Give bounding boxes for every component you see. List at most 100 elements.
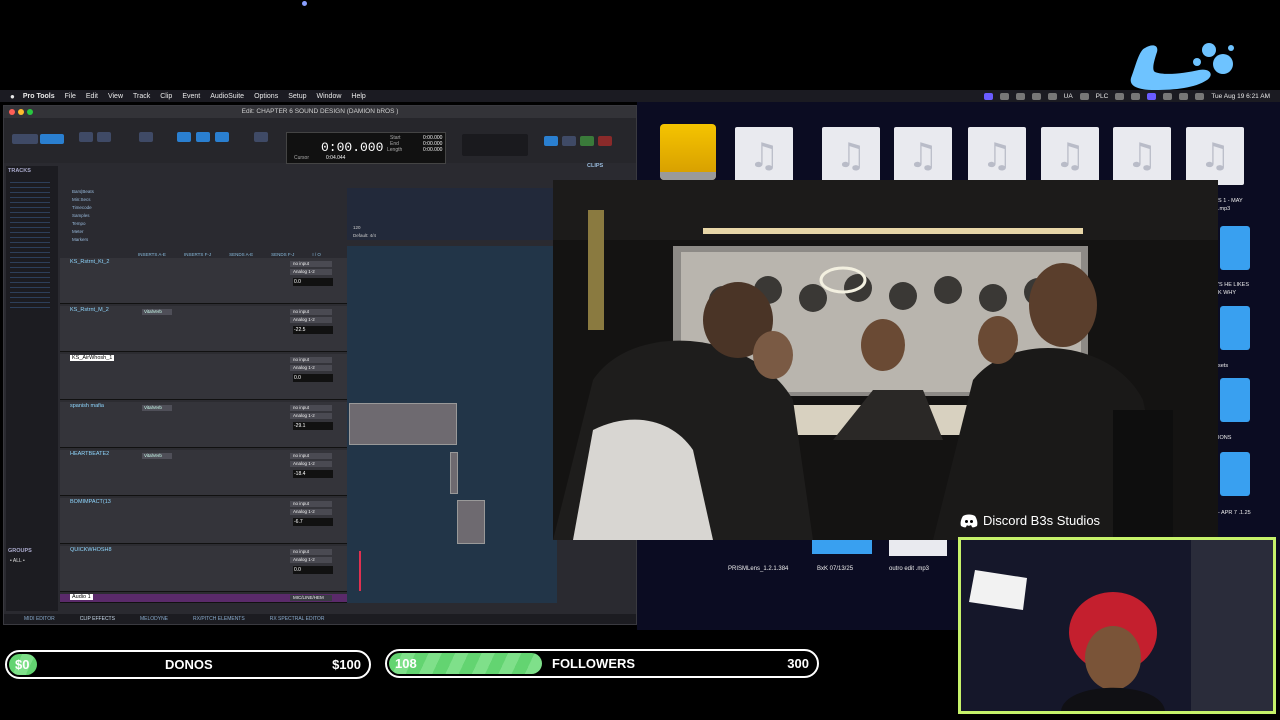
track-row[interactable]: BOMIMPACT(13 no input Analog 1-2 -6.7	[60, 498, 347, 544]
record-button[interactable]	[598, 136, 612, 146]
ruler-bars-beats[interactable]: Bars|Beats	[72, 188, 347, 196]
tab-rx-spectral[interactable]: RX SPECTRAL EDITOR	[270, 616, 325, 622]
menu-clip[interactable]: Clip	[160, 93, 172, 100]
track-input[interactable]: no input	[290, 501, 332, 507]
loop-button[interactable]	[544, 136, 558, 146]
ruler-timecode[interactable]: Timecode	[72, 204, 347, 212]
desktop-file-label[interactable]: IONS	[1218, 435, 1231, 442]
window-title[interactable]: Edit: CHAPTER 6 SOUND DESIGN (DAMION bRO…	[4, 106, 636, 118]
track-name[interactable]: KS_Rstrnt_Kt_2	[70, 259, 109, 265]
track-volume[interactable]: -22.5	[293, 326, 333, 334]
desktop-file-label[interactable]: S 1 - MAY	[1218, 198, 1243, 205]
hard-drive-icon[interactable]	[660, 124, 716, 180]
track-row[interactable]: spanish mafia VitalVerb no input Analog …	[60, 402, 347, 448]
audio-clip[interactable]	[450, 452, 458, 494]
audio-file-icon[interactable]: ♫	[735, 127, 793, 185]
track-output[interactable]: Analog 1-2	[290, 461, 332, 467]
menu-help[interactable]: Help	[351, 93, 365, 100]
menubar-clock[interactable]: Tue Aug 19 6:21 AM	[1211, 93, 1270, 100]
track-insert[interactable]: VitalVerb	[142, 405, 172, 411]
video-player[interactable]	[553, 180, 1218, 540]
refresh-tray-icon[interactable]	[1131, 92, 1141, 100]
track-input[interactable]: MIC/LINE/HEM	[290, 595, 332, 601]
track-row[interactable]: QUICKWHOSH8 no input Analog 1-2 0.0	[60, 546, 347, 592]
track-input[interactable]: no input	[290, 261, 332, 267]
diamond-tray-icon[interactable]	[1031, 92, 1041, 100]
audio-file-icon[interactable]: ♫	[1186, 127, 1244, 185]
search-icon[interactable]	[1179, 92, 1189, 100]
menu-view[interactable]: View	[108, 93, 123, 100]
tab-midi-editor[interactable]: MIDI EDITOR	[24, 616, 55, 622]
playhead-marker[interactable]	[359, 551, 361, 591]
trim-tool-icon[interactable]	[97, 132, 111, 142]
menu-edit[interactable]: Edit	[86, 93, 98, 100]
tab-rx-pitch[interactable]: RX/PITCH ELEMENTS	[193, 616, 245, 622]
tempo-value[interactable]: 120	[353, 225, 361, 230]
stop-button[interactable]	[562, 136, 576, 146]
track-input[interactable]: no input	[290, 453, 332, 459]
menu-options[interactable]: Options	[254, 93, 278, 100]
discord-tray-icon[interactable]	[999, 92, 1009, 100]
menu-event[interactable]: Event	[182, 93, 200, 100]
track-insert[interactable]: VitalVerb	[142, 453, 172, 459]
pencil-tool-icon[interactable]	[254, 132, 268, 142]
grid-mode-button[interactable]	[40, 134, 64, 144]
track-row[interactable]: KS_Rstrnt_Kt_2 no input Analog 1-2 0.0	[60, 258, 347, 304]
menu-audiosuite[interactable]: AudioSuite	[210, 93, 244, 100]
track-row[interactable]: HEARTBEATE2 VitalVerb no input Analog 1-…	[60, 450, 347, 496]
track-output[interactable]: Analog 1-2	[290, 269, 332, 275]
wifi-icon[interactable]	[1163, 92, 1173, 100]
grabber-tool-icon[interactable]	[196, 132, 210, 142]
track-name[interactable]: BOMIMPACT(13	[70, 499, 111, 505]
track-name[interactable]: spanish mafia	[70, 403, 104, 409]
close-window-button[interactable]	[9, 109, 15, 115]
screen-record-icon[interactable]	[983, 92, 993, 100]
edit-timeline[interactable]	[347, 246, 557, 603]
menu-file[interactable]: File	[65, 93, 76, 100]
track-input[interactable]: no input	[290, 549, 332, 555]
track-name[interactable]: KS_AirWhosh_1	[70, 355, 115, 361]
menu-window[interactable]: Window	[317, 93, 342, 100]
plc-status[interactable]: PLC	[1096, 93, 1109, 100]
audio-file-icon[interactable]: ♫	[822, 127, 880, 185]
ruler-samples[interactable]: Samples	[72, 212, 347, 220]
track-name[interactable]: Audio 1	[70, 594, 93, 600]
track-output[interactable]: Analog 1-2	[290, 413, 332, 419]
track-input[interactable]: no input	[290, 405, 332, 411]
track-row[interactable]: KS_AirWhosh_1 no input Analog 1-2 0.0	[60, 354, 347, 400]
ruler-meter[interactable]: Meter	[72, 228, 347, 236]
track-row[interactable]: KS_Rstrnt_M_2 VitalVerb no input Analog …	[60, 306, 347, 352]
selector-tool-icon[interactable]	[139, 132, 153, 142]
track-name[interactable]: KS_Rstrnt_M_2	[70, 307, 109, 313]
track-insert[interactable]: VitalVerb	[142, 309, 172, 315]
audio-clip[interactable]	[457, 500, 485, 544]
tab-clip-effects[interactable]: CLIP EFFECTS	[80, 616, 115, 622]
zoom-window-button[interactable]	[27, 109, 33, 115]
apple-icon[interactable]: ●	[10, 92, 15, 101]
track-list[interactable]	[10, 178, 50, 308]
folder-icon[interactable]	[1220, 226, 1250, 270]
timeline-ruler[interactable]: 120 Default: 4/4	[347, 188, 557, 240]
track-output[interactable]: Analog 1-2	[290, 365, 332, 371]
group-all[interactable]: • ALL •	[10, 558, 25, 564]
track-row[interactable]: Audio 1 MIC/LINE/HEM	[60, 594, 347, 603]
desktop-file-label[interactable]: .mp3	[1218, 206, 1230, 213]
play-button[interactable]	[580, 136, 594, 146]
track-name[interactable]: QUICKWHOSH8	[70, 547, 112, 553]
zoom-tool-icon[interactable]	[79, 132, 93, 142]
desktop-file-label[interactable]: outro edit .mp3	[889, 566, 929, 572]
smart-tool-icon[interactable]	[177, 132, 191, 142]
track-volume[interactable]: -6.7	[293, 518, 333, 526]
menu-setup[interactable]: Setup	[288, 93, 306, 100]
track-volume[interactable]: 0.0	[293, 278, 333, 286]
ua-status[interactable]: UA	[1064, 93, 1073, 100]
audio-file-icon[interactable]: ♫	[894, 127, 952, 185]
obs-tray-icon[interactable]	[1015, 92, 1025, 100]
folder-icon[interactable]	[1220, 378, 1250, 422]
tab-melodyne[interactable]: MELODYNE	[140, 616, 168, 622]
track-input[interactable]: no input	[290, 309, 332, 315]
desktop-file-label[interactable]: BxK 07/13/25	[817, 566, 853, 572]
desktop-file-label[interactable]: PRISMLens_1.2.1.384	[728, 566, 788, 572]
desktop-file-label[interactable]: - APR 7 .1.25	[1218, 510, 1251, 517]
desktop-file-label[interactable]: K WHY	[1218, 290, 1236, 297]
